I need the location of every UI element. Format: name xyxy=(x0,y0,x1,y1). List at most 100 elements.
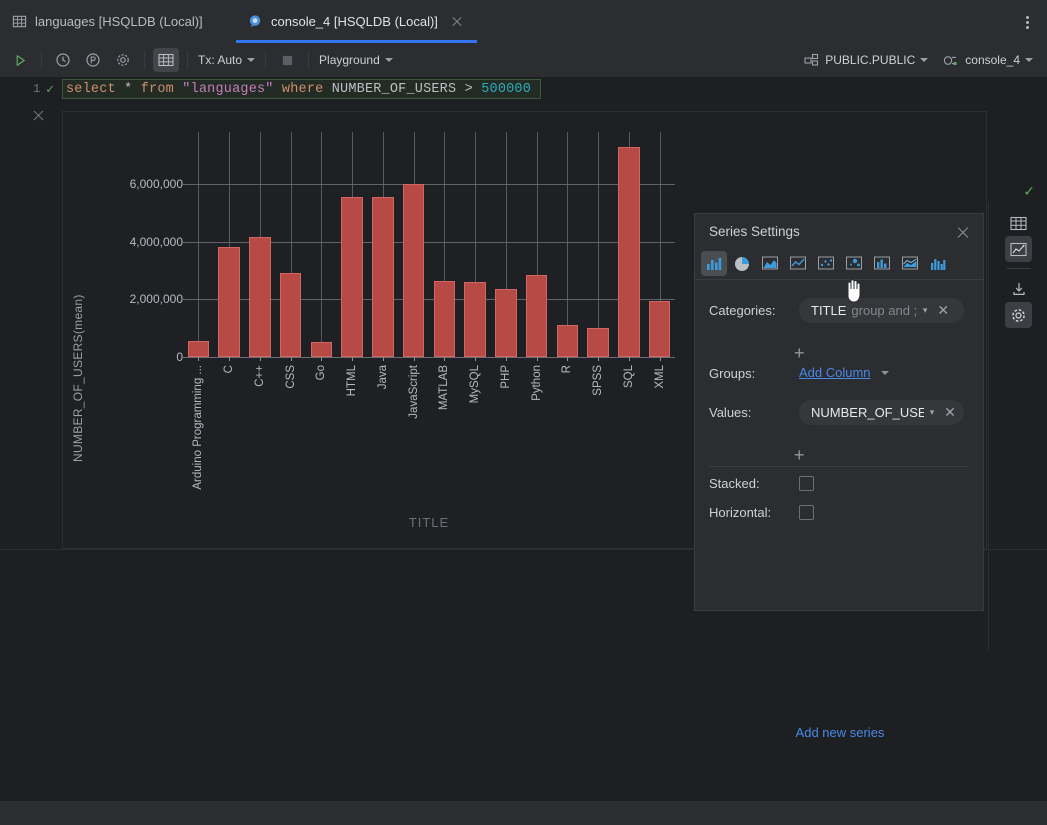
tab-label: console_4 [HSQLDB (Local)] xyxy=(271,14,438,29)
close-result-icon[interactable] xyxy=(32,109,46,123)
line-chart-icon[interactable] xyxy=(785,251,811,276)
add-icon: + xyxy=(794,344,805,362)
add-value-button[interactable]: + xyxy=(794,446,805,464)
gear-icon[interactable] xyxy=(110,48,136,72)
area-chart-icon[interactable] xyxy=(757,251,783,276)
sql-token xyxy=(323,82,331,97)
bar[interactable] xyxy=(341,197,363,357)
tx-mode-selector[interactable]: Tx: Auto xyxy=(194,53,259,67)
tab-console-4[interactable]: console_4 [HSQLDB (Local)] xyxy=(236,0,477,43)
sql-token: > xyxy=(465,82,473,97)
sql-token: "languages" xyxy=(182,82,273,97)
bar[interactable] xyxy=(587,328,609,357)
chevron-down-icon[interactable]: ▾ xyxy=(924,407,940,418)
histogram-chart-icon[interactable] xyxy=(925,251,951,276)
remove-category-icon[interactable]: ✕ xyxy=(933,302,953,319)
gridline-horizontal xyxy=(183,184,675,185)
values-field[interactable]: NUMBER_OF_USE ▾ ✕ xyxy=(799,400,964,425)
categories-value: TITLE xyxy=(811,303,846,318)
bar[interactable] xyxy=(434,281,456,357)
bar[interactable] xyxy=(649,301,671,357)
categories-field[interactable]: TITLE group and ; ▾ ✕ xyxy=(799,298,964,323)
bar[interactable] xyxy=(464,282,486,357)
db-scope-selector[interactable]: PUBLIC.PUBLIC xyxy=(800,53,932,67)
x-tick-mark xyxy=(444,357,445,361)
bar[interactable] xyxy=(495,289,517,357)
result-view-toolbar xyxy=(988,202,1047,650)
sql-token xyxy=(274,82,282,97)
sql-editor[interactable]: 1 ✓ select * from "languages" where NUMB… xyxy=(0,77,1047,101)
close-icon[interactable] xyxy=(956,225,971,240)
table-icon xyxy=(12,14,27,29)
tab-bar: languages [HSQLDB (Local)] console_4 [HS… xyxy=(0,0,1047,44)
sql-token: where xyxy=(282,82,324,97)
stop-icon[interactable] xyxy=(274,48,300,72)
parameters-icon[interactable] xyxy=(80,48,106,72)
close-icon[interactable] xyxy=(450,15,464,29)
schema-icon xyxy=(804,53,820,67)
x-tick-mark xyxy=(660,357,661,361)
y-tick-label: 0 xyxy=(176,350,183,364)
toolbar-separator xyxy=(265,51,266,69)
groups-add-column-link[interactable]: Add Column xyxy=(799,364,889,382)
remove-value-icon[interactable]: ✕ xyxy=(940,404,960,421)
bar[interactable] xyxy=(403,184,425,357)
pane-divider[interactable] xyxy=(0,549,1047,550)
add-new-series-label: Add new series xyxy=(796,725,885,740)
values-value: NUMBER_OF_USE xyxy=(811,405,924,420)
x-tick-mark xyxy=(260,357,261,361)
x-tick-mark xyxy=(229,357,230,361)
bar[interactable] xyxy=(557,325,579,357)
add-new-series-button[interactable]: Add new series xyxy=(695,724,985,742)
stacked-checkbox[interactable] xyxy=(799,476,814,491)
tab-languages[interactable]: languages [HSQLDB (Local)] xyxy=(0,0,218,43)
stacked-bar-chart-icon[interactable] xyxy=(869,251,895,276)
line-number: 1 xyxy=(33,82,40,96)
status-bar xyxy=(0,800,1047,825)
add-category-button[interactable]: + xyxy=(794,344,805,362)
stacked-area-chart-icon[interactable] xyxy=(897,251,923,276)
bar[interactable] xyxy=(618,147,640,357)
toolbar-separator xyxy=(1007,268,1031,269)
console-toolbar: Tx: Auto Playground PUBLIC.PUBLIC xyxy=(0,43,1047,78)
datagrip-window: languages [HSQLDB (Local)] console_4 [HS… xyxy=(0,0,1047,824)
bar[interactable] xyxy=(311,342,333,357)
session-selector[interactable]: console_4 xyxy=(938,53,1037,67)
horizontal-checkbox[interactable] xyxy=(799,505,814,520)
chevron-down-icon[interactable]: ▾ xyxy=(917,305,933,316)
stacked-row: Stacked: xyxy=(709,476,814,491)
categories-label: Categories: xyxy=(709,303,799,318)
run-icon[interactable] xyxy=(7,48,33,72)
pie-chart-icon[interactable] xyxy=(729,251,755,276)
export-download-icon[interactable] xyxy=(1005,276,1032,302)
console-icon xyxy=(248,14,263,29)
schema-selector[interactable]: Playground xyxy=(315,53,397,67)
bar[interactable] xyxy=(249,237,271,357)
scatter-chart-icon[interactable] xyxy=(813,251,839,276)
chevron-down-icon xyxy=(920,58,928,62)
table-grid-icon[interactable] xyxy=(153,48,179,72)
sql-token: select xyxy=(66,82,116,97)
schema-label: Playground xyxy=(319,53,380,67)
table-view-icon[interactable] xyxy=(1005,210,1032,236)
x-tick-label: MATLAB xyxy=(438,365,450,410)
categories-row: Categories: TITLE group and ; ▾ ✕ xyxy=(709,298,964,323)
bar-chart-icon[interactable] xyxy=(701,251,727,276)
bar[interactable] xyxy=(218,247,240,357)
bar[interactable] xyxy=(372,197,394,357)
bar[interactable] xyxy=(526,275,548,357)
y-tick-label: 6,000,000 xyxy=(130,177,183,191)
chart-view-icon[interactable] xyxy=(1005,236,1032,262)
gridline-vertical xyxy=(598,132,599,357)
x-tick-label: SQL xyxy=(623,365,635,388)
bubble-chart-icon[interactable] xyxy=(841,251,867,276)
stacked-label: Stacked: xyxy=(709,476,799,491)
sql-query-line[interactable]: select * from "languages" where NUMBER_O… xyxy=(62,79,541,99)
y-axis-label: NUMBER_OF_USERS(mean) xyxy=(71,232,91,462)
chart-settings-icon[interactable] xyxy=(1005,302,1032,328)
history-icon[interactable] xyxy=(50,48,76,72)
bar[interactable] xyxy=(188,341,210,357)
more-options-icon[interactable] xyxy=(1017,12,1037,32)
bar[interactable] xyxy=(280,273,302,357)
x-tick-label: JavaScript xyxy=(408,365,420,419)
